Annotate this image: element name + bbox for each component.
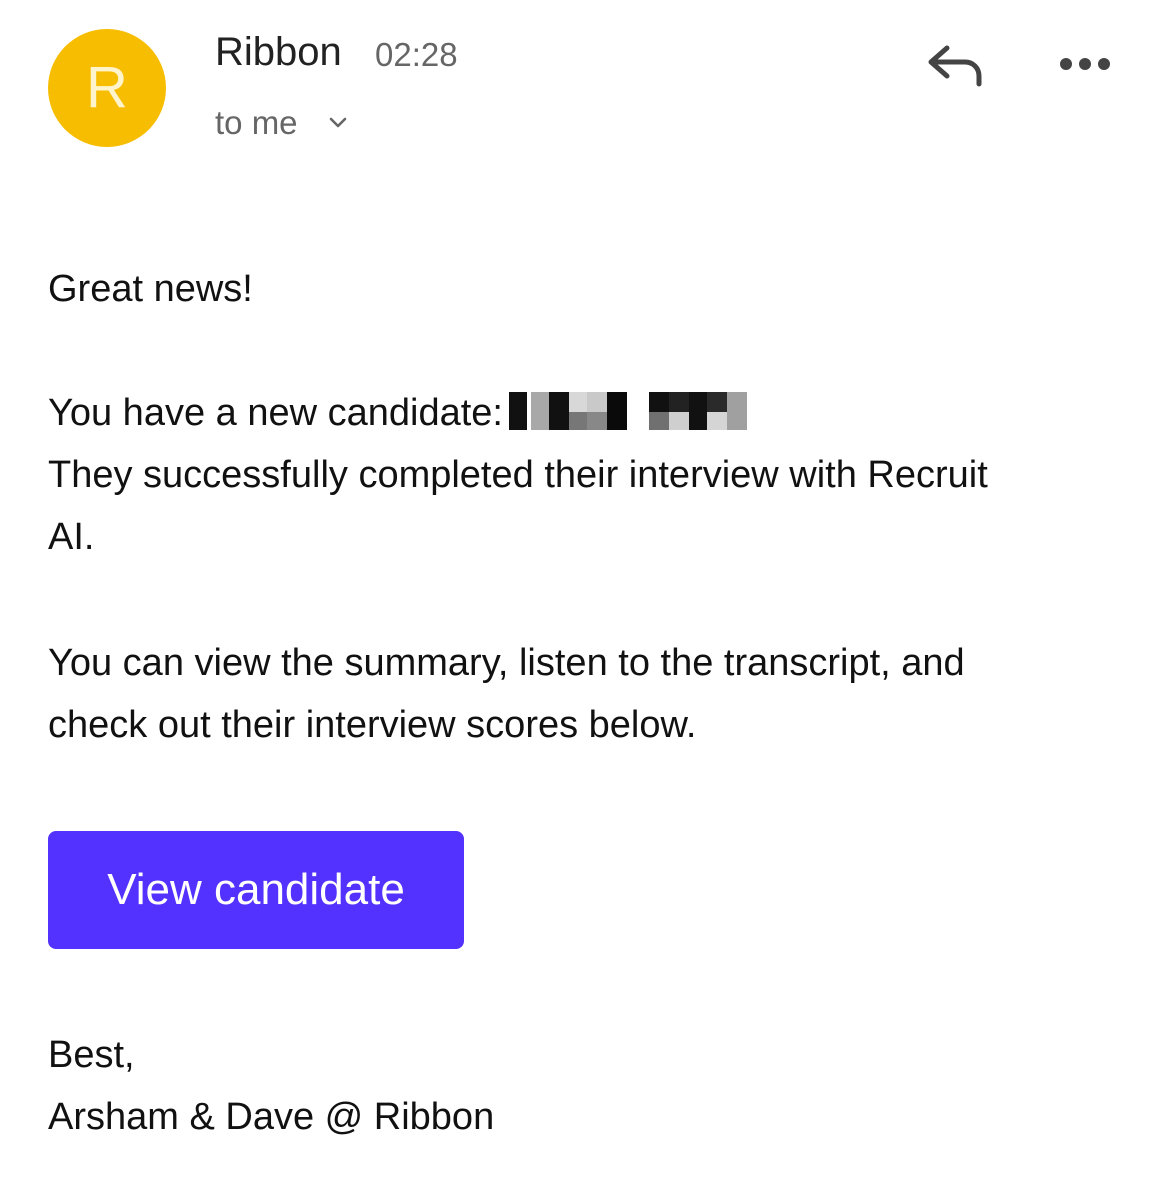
signature: Arsham & Dave @ Ribbon — [48, 1096, 495, 1138]
email-time: 02:28 — [375, 36, 458, 73]
view-candidate-button[interactable]: View candidate — [48, 831, 464, 949]
reply-icon[interactable] — [925, 40, 985, 90]
view-line-2: check out their interview scores below. — [48, 704, 697, 746]
more-options-icon[interactable] — [1058, 52, 1112, 76]
chevron-down-icon[interactable] — [328, 112, 348, 134]
recipient-label[interactable]: to me — [215, 104, 298, 142]
greeting: Great news! — [48, 268, 253, 310]
sender-avatar[interactable]: R — [48, 29, 166, 147]
candidate-prefix: You have a new candidate: — [48, 392, 503, 434]
view-line-1: You can view the summary, listen to the … — [48, 642, 965, 684]
sender-name: Ribbon — [215, 30, 342, 74]
candidate-line: You have a new candidate: — [48, 382, 749, 444]
completed-line-1: They successfully completed their interv… — [48, 454, 988, 496]
signoff: Best, — [48, 1034, 135, 1076]
completed-line-2: AI. — [48, 516, 95, 558]
redacted-candidate-name — [508, 391, 749, 430]
